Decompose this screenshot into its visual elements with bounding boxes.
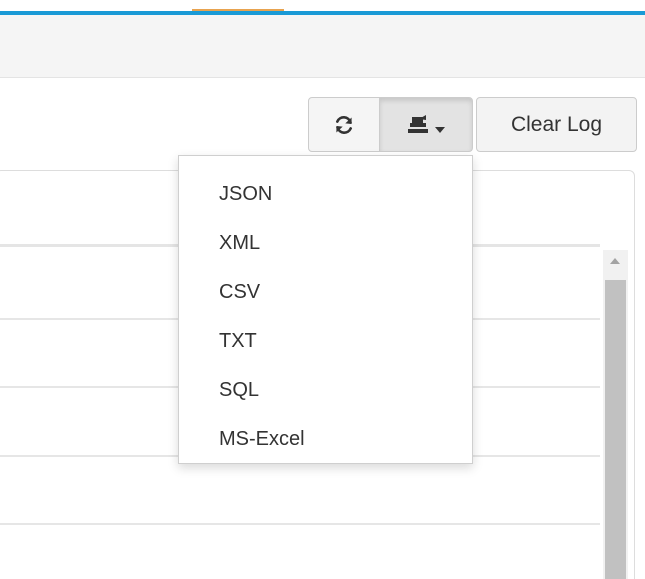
menu-item-sql[interactable]: SQL [179,366,472,415]
log-toolbar: Clear Log [308,97,637,152]
menu-item-xml[interactable]: XML [179,219,472,268]
menu-item-json[interactable]: JSON [179,169,472,219]
refresh-icon [336,115,352,134]
subheader-bar [0,15,645,78]
scroll-thumb[interactable] [605,280,626,579]
scroll-up-arrow-icon[interactable] [610,258,620,264]
table-row-divider [0,523,600,525]
menu-item-txt[interactable]: TXT [179,317,472,366]
export-icon [408,114,428,133]
export-dropdown-button[interactable] [379,97,473,152]
caret-down-icon [435,126,445,133]
export-format-menu: JSON XML CSV TXT SQL MS-Excel [178,155,473,464]
vertical-scrollbar[interactable] [603,250,628,579]
menu-item-ms-excel[interactable]: MS-Excel [179,415,472,464]
menu-item-csv[interactable]: CSV [179,268,472,317]
clear-log-button[interactable]: Clear Log [476,97,637,152]
top-accent-bar [0,0,645,15]
refresh-button[interactable] [308,97,380,152]
